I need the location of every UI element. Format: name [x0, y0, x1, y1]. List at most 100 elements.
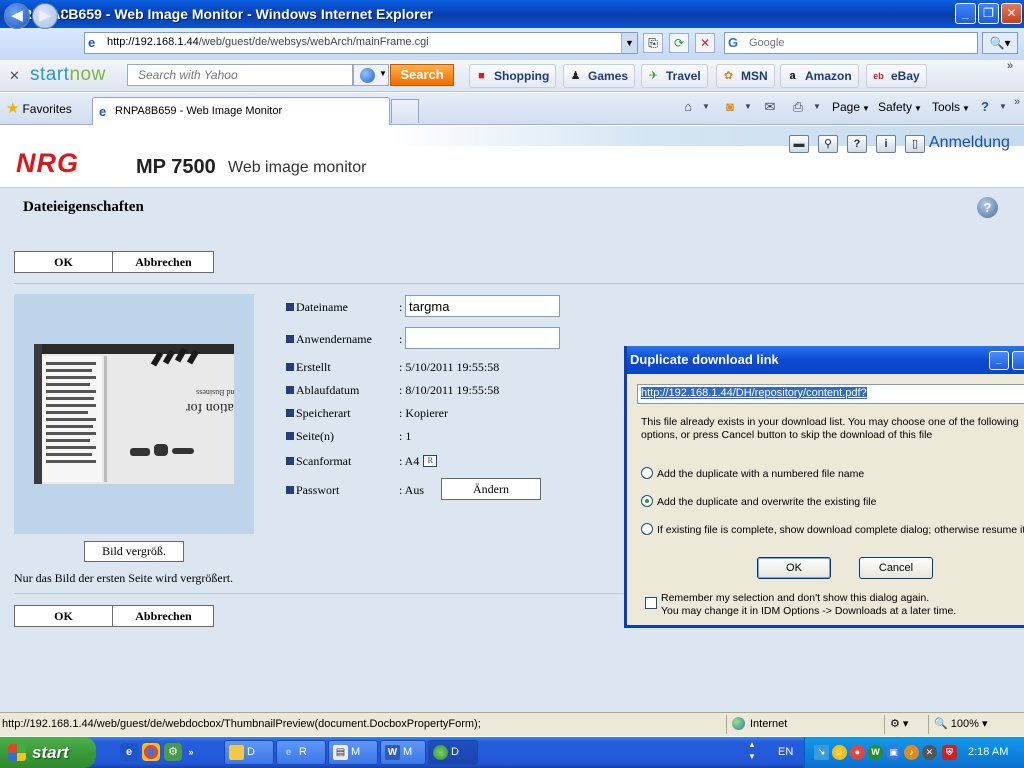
taskbar-scroll-arrows[interactable]: ▲ ▼ [748, 739, 756, 763]
zoom-level[interactable]: 🔍 100% ▾ [934, 717, 987, 730]
msn-link[interactable]: ✿ MSN [716, 64, 775, 88]
cancel-button[interactable]: Abbrechen [114, 252, 213, 272]
tray-arrow-icon[interactable]: ↘ [814, 745, 829, 760]
network-icon[interactable]: ▣ [886, 745, 901, 760]
help-icon[interactable]: ? [847, 135, 867, 153]
option-numbered-name[interactable]: Add the duplicate with a numbered file n… [641, 467, 864, 480]
clock[interactable]: 2:18 AM [968, 746, 1008, 758]
search-input[interactable] [747, 35, 967, 51]
tray-tool-icon[interactable]: ✕ [922, 745, 937, 760]
taskbar-item-folder[interactable]: D [224, 740, 274, 765]
taskbar-item-ie[interactable]: eR [276, 740, 326, 765]
ebay-icon: eb [873, 71, 884, 81]
safety-menu[interactable]: Safety ▼ [878, 100, 922, 114]
property-value-pages: : 1 [399, 429, 412, 443]
print-dropdown-icon[interactable]: ▼ [808, 99, 826, 115]
new-tab-button[interactable] [391, 99, 419, 123]
window-titlebar[interactable]: RNPA8B659 - Web Image Monitor - Windows … [0, 0, 1024, 28]
dialog-minimize-button[interactable]: _ [989, 351, 1009, 370]
login-icon[interactable]: ▯ [905, 135, 925, 153]
property-label-storage: Speicherart [286, 406, 351, 421]
feed-dropdown-icon[interactable]: ▼ [739, 99, 757, 115]
tab-active[interactable]: e RNPA8B659 - Web Image Monitor [92, 97, 390, 125]
page-help-icon[interactable]: ? [977, 197, 998, 218]
compatibility-icon[interactable]: ⎘ [643, 33, 663, 53]
security-zone[interactable]: Internet [732, 717, 787, 730]
smiley-icon[interactable]: ☺ [832, 745, 847, 760]
ie-quicklaunch-icon[interactable]: e [120, 743, 138, 761]
username-input[interactable] [405, 327, 560, 349]
option-overwrite[interactable]: Add the duplicate and overwrite the exis… [641, 495, 876, 508]
dialog-maximize-button[interactable] [1012, 351, 1024, 370]
more-chevron-icon[interactable]: » [1007, 60, 1013, 72]
tools-menu[interactable]: Tools ▼ [932, 100, 970, 114]
search-box[interactable]: G [724, 32, 978, 54]
minimize-button[interactable]: _ [955, 3, 976, 24]
thumbnail-image: Translation for Statistics and Business [34, 344, 234, 484]
dialog-cancel-button[interactable]: Cancel [859, 557, 933, 579]
taskbar-item-idm[interactable]: D [428, 740, 478, 765]
toolbar-close-icon[interactable]: ✕ [9, 68, 20, 84]
dialog-titlebar[interactable]: Duplicate download link [627, 346, 1024, 374]
print-icon[interactable]: ⎙ [789, 99, 807, 115]
protected-mode-icon[interactable]: ⚙ ▾ [890, 717, 908, 730]
help-icon[interactable]: ? [976, 99, 994, 115]
games-link[interactable]: ♟ Games [563, 64, 636, 88]
page-menu[interactable]: Page ▼ [832, 100, 870, 114]
mail-icon[interactable]: ✉ [761, 99, 779, 115]
option-resume[interactable]: If existing file is complete, show downl… [641, 523, 1024, 536]
shopping-link[interactable]: ■ Shopping [469, 64, 557, 88]
ok-button[interactable]: OK [15, 252, 113, 272]
app-quicklaunch-icon[interactable]: ⚙ [164, 743, 182, 761]
ebay-link[interactable]: eb eBay [866, 64, 927, 88]
change-password-button[interactable]: Ändern [441, 478, 541, 500]
start-button[interactable]: start [0, 737, 96, 768]
refresh-icon[interactable]: ⟳ [669, 33, 689, 53]
filename-input[interactable] [405, 295, 560, 317]
yahoo-search-box[interactable] [127, 64, 356, 86]
enlarge-image-button[interactable]: Bild vergröß. [84, 541, 184, 562]
close-button[interactable]: ✕ [1001, 3, 1022, 24]
yahoo-search-input[interactable] [136, 66, 356, 84]
wordpress-icon[interactable]: W [868, 745, 883, 760]
dialog-ok-button[interactable]: OK [757, 557, 831, 579]
info-icon[interactable]: i [876, 135, 896, 153]
home-icon[interactable]: ⌂ [679, 99, 697, 115]
recent-pages-dropdown[interactable]: ▼ [61, 10, 70, 20]
favorites-button[interactable]: ★ Favorites [6, 99, 72, 117]
keyboard-icon[interactable]: ▬ [789, 135, 809, 153]
address-dropdown-icon[interactable]: ▼ [621, 33, 637, 53]
search-engine-dropdown[interactable]: ▼ [353, 64, 389, 86]
document-thumbnail[interactable]: Translation for Statistics and Business [34, 344, 234, 484]
address-bar[interactable]: e http://192.168.1.44/web/guest/de/websy… [84, 32, 638, 54]
ok-button-bottom[interactable]: OK [15, 606, 113, 626]
remember-checkbox[interactable] [645, 597, 657, 609]
rss-feed-icon[interactable]: ◙ [721, 99, 739, 115]
yahoo-search-button[interactable]: Search [390, 64, 454, 86]
model-name: MP 7500 [136, 156, 216, 178]
taskbar-item-word[interactable]: WM [380, 740, 426, 765]
travel-link[interactable]: ✈ Travel [641, 64, 708, 88]
login-link[interactable]: Anmeldung [929, 134, 1010, 152]
shield-icon[interactable]: ⛨ [942, 745, 957, 760]
language-indicator[interactable]: EN [778, 746, 793, 758]
ie-icon: e [285, 747, 292, 758]
home-dropdown-icon[interactable]: ▼ [697, 99, 715, 115]
amazon-link[interactable]: a Amazon [780, 64, 859, 88]
search-icon[interactable]: ⚲ [818, 135, 838, 153]
stop-icon[interactable]: ✕ [695, 33, 715, 53]
dialog-url-field[interactable]: http://192.168.1.44/DH/repository/conten… [637, 384, 1024, 404]
app-subtitle: Web image monitor [228, 159, 367, 176]
search-go-button[interactable]: 🔍▾ [982, 32, 1018, 54]
speaker-icon[interactable]: ♪ [904, 745, 919, 760]
chrome-quicklaunch-icon[interactable] [142, 743, 160, 761]
cancel-button-bottom[interactable]: Abbrechen [114, 606, 213, 626]
more-commands-icon[interactable]: » [1008, 94, 1024, 110]
tab-label: RNPA8B659 - Web Image Monitor [115, 105, 283, 117]
maximize-button[interactable]: ❐ [978, 3, 999, 24]
quicklaunch-more-icon[interactable]: » [186, 743, 196, 761]
taskbar-item-document[interactable]: ▤ M [328, 740, 378, 765]
back-button[interactable]: ◀ [4, 3, 30, 29]
tray-app-icon[interactable]: ● [850, 745, 865, 760]
forward-button[interactable]: ▶ [32, 3, 58, 29]
